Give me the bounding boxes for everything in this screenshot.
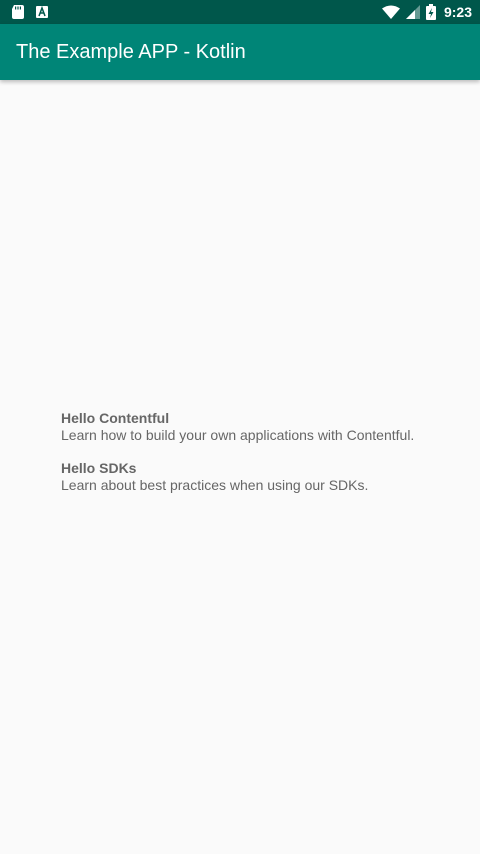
status-time: 9:23	[443, 4, 472, 20]
status-right-icons: 9:23	[381, 0, 472, 24]
status-bar: 9:23	[0, 0, 480, 24]
list-item-title: Hello SDKs	[61, 460, 137, 476]
wifi-icon	[381, 5, 400, 19]
app-title: The Example APP - Kotlin	[16, 41, 246, 63]
sd-card-icon	[12, 5, 24, 19]
list-item-title: Hello Contentful	[61, 410, 170, 426]
status-left-icons	[12, 4, 48, 20]
list-item-description: Learn how to build your own applications…	[61, 427, 415, 443]
list-item-hello-sdks[interactable]: Hello SDKs Learn about best practices wh…	[61, 460, 461, 494]
app-bar: The Example APP - Kotlin	[0, 24, 480, 80]
keyboard-a-icon	[36, 6, 48, 18]
content-list: Hello Contentful Learn how to build your…	[61, 410, 461, 510]
list-item-hello-contentful[interactable]: Hello Contentful Learn how to build your…	[61, 410, 461, 444]
list-item-description: Learn about best practices when using ou…	[61, 477, 369, 493]
battery-charging-icon	[425, 4, 436, 20]
signal-icon	[405, 5, 420, 19]
